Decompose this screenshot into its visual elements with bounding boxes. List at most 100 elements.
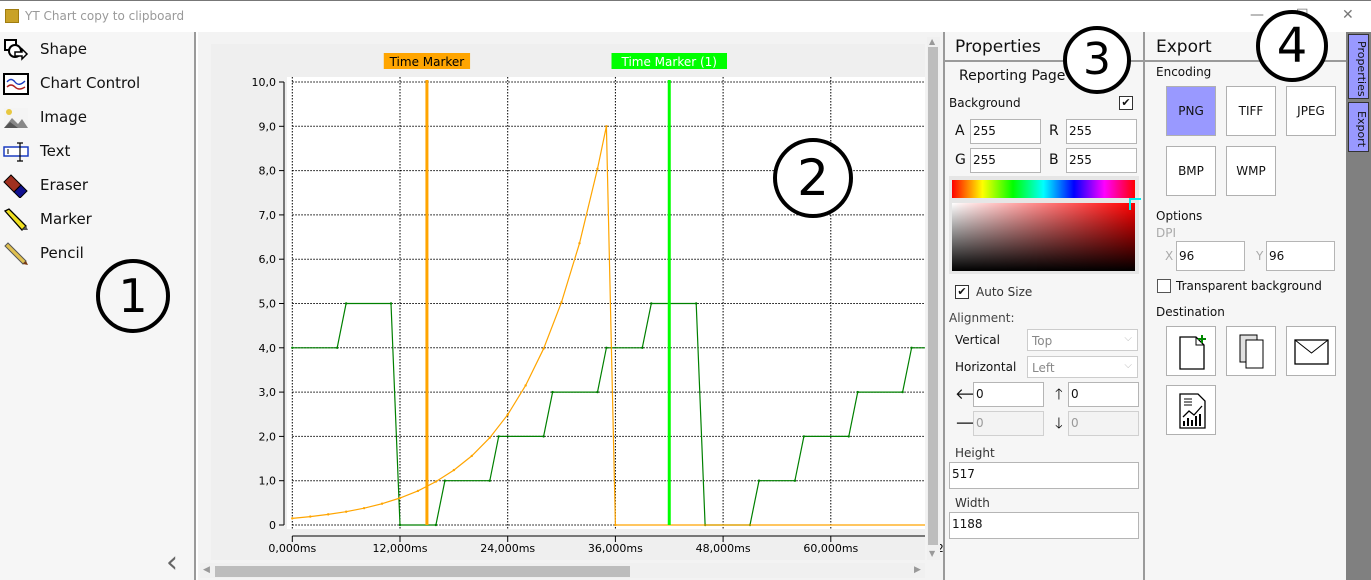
encoding-label: Encoding bbox=[1156, 65, 1212, 79]
data-point bbox=[362, 506, 366, 510]
horizontal-label: Horizontal bbox=[955, 360, 1017, 374]
height-input[interactable]: 517 bbox=[949, 462, 1139, 489]
y-tick-label: 4,0 bbox=[259, 342, 277, 355]
dpi-label: DPI bbox=[1156, 226, 1177, 240]
tab-properties[interactable]: Properties bbox=[1348, 34, 1369, 99]
margin-bottom-input[interactable]: 0 bbox=[1068, 411, 1139, 436]
encoding-png-button[interactable]: PNG bbox=[1166, 86, 1216, 136]
arrow-down-icon: 🡓 bbox=[1055, 414, 1063, 432]
encoding-tiff-button[interactable]: TIFF bbox=[1226, 86, 1276, 136]
data-point bbox=[434, 480, 438, 483]
scroll-left-arrow-icon[interactable]: ◀ bbox=[203, 565, 210, 575]
a-label: A bbox=[955, 123, 965, 139]
data-point bbox=[694, 302, 698, 305]
properties-title: Properties bbox=[955, 37, 1041, 57]
b-label: B bbox=[1049, 152, 1059, 168]
time-marker-label: Time Marker (1) bbox=[621, 55, 717, 69]
encoding-jpeg-button[interactable]: JPEG bbox=[1286, 86, 1336, 136]
chevron-down-icon: ⌵ bbox=[1124, 360, 1132, 371]
data-point bbox=[309, 515, 312, 518]
data-point bbox=[398, 496, 402, 500]
data-point bbox=[596, 390, 599, 394]
y-tick-label: 9,0 bbox=[259, 120, 277, 133]
properties-panel: Properties Reporting Page Background ✔ A… bbox=[943, 32, 1145, 580]
vertical-alignment-select[interactable]: Top ⌵ bbox=[1027, 329, 1138, 351]
data-point bbox=[605, 125, 608, 128]
options-label: Options bbox=[1156, 209, 1203, 223]
data-point bbox=[757, 479, 761, 482]
height-label: Height bbox=[955, 446, 995, 460]
data-point bbox=[901, 390, 904, 394]
data-point bbox=[488, 436, 491, 439]
width-input[interactable]: 1188 bbox=[949, 512, 1139, 539]
y-tick-label: 8,0 bbox=[259, 165, 277, 178]
copy-to-clipboard-button[interactable] bbox=[1226, 326, 1276, 376]
y-tick-label: 7,0 bbox=[259, 209, 277, 222]
background-checkbox[interactable]: ✔ bbox=[1119, 96, 1133, 110]
margin-top-input[interactable]: 0 bbox=[1068, 382, 1139, 407]
auto-size-label: Auto Size bbox=[976, 285, 1033, 299]
margin-left-input[interactable]: 0 bbox=[973, 382, 1044, 407]
x-tick-label: 48,000ms bbox=[696, 542, 751, 555]
data-point bbox=[856, 390, 859, 394]
export-title: Export bbox=[1156, 37, 1212, 57]
encoding-wmp-button[interactable]: WMP bbox=[1226, 146, 1276, 196]
color-cursor-icon[interactable] bbox=[1129, 198, 1141, 210]
saturation-area[interactable] bbox=[952, 203, 1135, 271]
data-point bbox=[488, 479, 491, 482]
export-panel: Export Encoding PNG TIFF JPEG BMP WMP Op… bbox=[1145, 32, 1346, 580]
data-point bbox=[650, 302, 653, 305]
arrow-up-icon: 🡑 bbox=[1055, 385, 1063, 403]
annotation-2: 2 bbox=[773, 138, 853, 218]
blue-input[interactable]: 255 bbox=[1066, 148, 1137, 173]
y-tick-label: 10,0 bbox=[252, 76, 277, 89]
y-tick-label: 1,0 bbox=[259, 475, 277, 488]
data-point bbox=[327, 513, 330, 516]
data-point bbox=[614, 523, 617, 527]
horizontal-alignment-select[interactable]: Left ⌵ bbox=[1027, 356, 1138, 378]
transparent-background-checkbox[interactable] bbox=[1157, 279, 1171, 293]
data-point bbox=[802, 435, 806, 438]
auto-size-checkbox[interactable]: ✔ bbox=[955, 285, 969, 299]
scroll-up-arrow-icon[interactable]: ▲ bbox=[929, 37, 935, 46]
save-to-file-button[interactable] bbox=[1166, 326, 1216, 376]
data-point bbox=[398, 523, 402, 527]
dpi-x-input[interactable]: 96 bbox=[1176, 241, 1245, 271]
new-file-icon bbox=[1179, 335, 1206, 370]
horizontal-scroll-thumb[interactable] bbox=[215, 566, 630, 577]
green-input[interactable]: 255 bbox=[970, 148, 1041, 173]
data-point bbox=[380, 502, 384, 505]
data-point bbox=[291, 517, 294, 520]
data-point bbox=[389, 302, 393, 305]
reporting-page-title: Reporting Page bbox=[959, 68, 1066, 84]
x-tick-label: 24,000ms bbox=[480, 542, 535, 555]
data-point bbox=[344, 510, 348, 513]
tab-export[interactable]: Export bbox=[1348, 102, 1369, 152]
data-point bbox=[524, 384, 527, 387]
send-email-button[interactable] bbox=[1286, 326, 1336, 376]
data-point bbox=[434, 523, 438, 527]
color-picker[interactable] bbox=[949, 176, 1141, 274]
vertical-scroll-thumb[interactable] bbox=[928, 47, 938, 545]
data-point bbox=[605, 346, 608, 349]
dpi-y-input[interactable]: 96 bbox=[1266, 241, 1335, 271]
red-input[interactable]: 255 bbox=[1066, 119, 1137, 144]
scroll-down-arrow-icon[interactable]: ▼ bbox=[929, 549, 935, 558]
data-point bbox=[847, 435, 850, 438]
alpha-input[interactable]: 255 bbox=[970, 119, 1041, 144]
data-point bbox=[470, 454, 473, 458]
scroll-right-arrow-icon[interactable]: ▶ bbox=[914, 565, 921, 575]
x-tick-label: 12,000ms bbox=[373, 542, 428, 555]
y-tick-label: 0 bbox=[269, 519, 276, 532]
hue-slider[interactable] bbox=[952, 180, 1135, 198]
x-tick-label: 36,000ms bbox=[588, 542, 643, 555]
data-point bbox=[641, 346, 644, 349]
data-point bbox=[291, 346, 294, 349]
x-tick-label: 0,000ms bbox=[268, 542, 316, 555]
y-tick-label: 5,0 bbox=[259, 298, 277, 311]
encoding-bmp-button[interactable]: BMP bbox=[1166, 146, 1216, 196]
background-label: Background bbox=[949, 96, 1021, 110]
transparent-background-label: Transparent background bbox=[1176, 279, 1322, 293]
margin-right-input[interactable]: 0 bbox=[973, 411, 1044, 436]
add-to-report-button[interactable] bbox=[1166, 385, 1216, 435]
